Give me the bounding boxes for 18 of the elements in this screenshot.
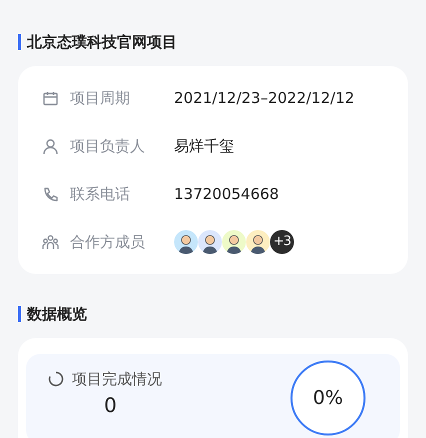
percent-value: 0% (312, 386, 344, 411)
field-value: 2021/12/23–2022/12/12 (174, 88, 354, 109)
more-members-badge: +3 (270, 230, 294, 254)
calendar-icon (42, 90, 59, 106)
person-icon (42, 138, 59, 154)
group-icon (42, 234, 59, 250)
field-label: 合作方成员 (70, 232, 146, 253)
field-label: 联系电话 (70, 184, 131, 205)
section-title: 北京态璞科技官网项目 (18, 34, 408, 50)
field-label: 项目周期 (70, 88, 131, 109)
phone-icon (42, 186, 59, 202)
field-label: 项目负责人 (70, 136, 146, 157)
section-title: 数据概览 (18, 306, 408, 322)
completion-count: 0 (104, 394, 117, 416)
field-value: 13720054668 (174, 184, 279, 205)
field-value: 易烊千玺 (174, 136, 234, 157)
panel-label: 项目完成情况 (72, 369, 162, 390)
progress-icon (48, 371, 64, 388)
